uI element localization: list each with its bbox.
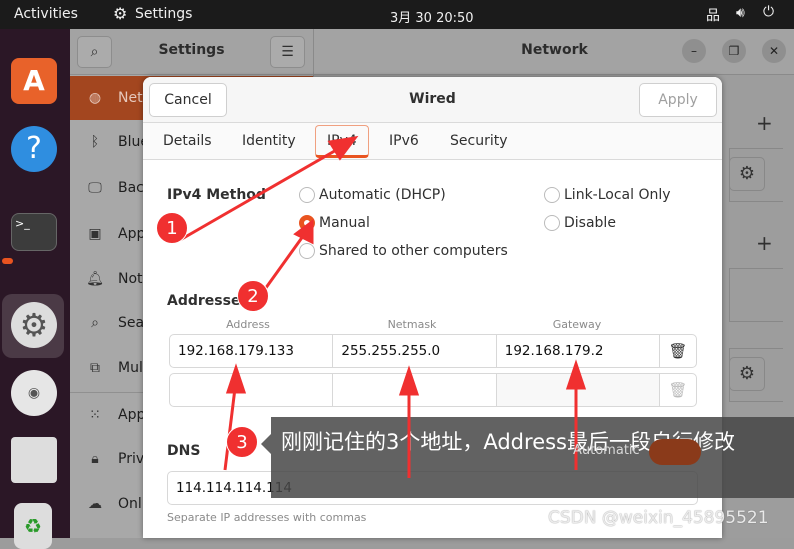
dns-automatic-toggle[interactable] [649, 439, 701, 465]
step-3-badge: 3 [226, 426, 258, 458]
watermark: CSDN @weixin_45895521 [548, 508, 769, 528]
dns-automatic-label: Automatic [573, 443, 640, 458]
step-2-badge: 2 [237, 280, 269, 312]
arrowhead-netmask [398, 365, 420, 396]
step-1-badge: 1 [156, 212, 188, 244]
arrow-1 [179, 143, 346, 242]
arrowhead-2 [293, 219, 314, 245]
arrowhead-1 [327, 135, 359, 161]
arrowhead-address [225, 363, 247, 394]
arrowhead-gateway [565, 359, 587, 390]
